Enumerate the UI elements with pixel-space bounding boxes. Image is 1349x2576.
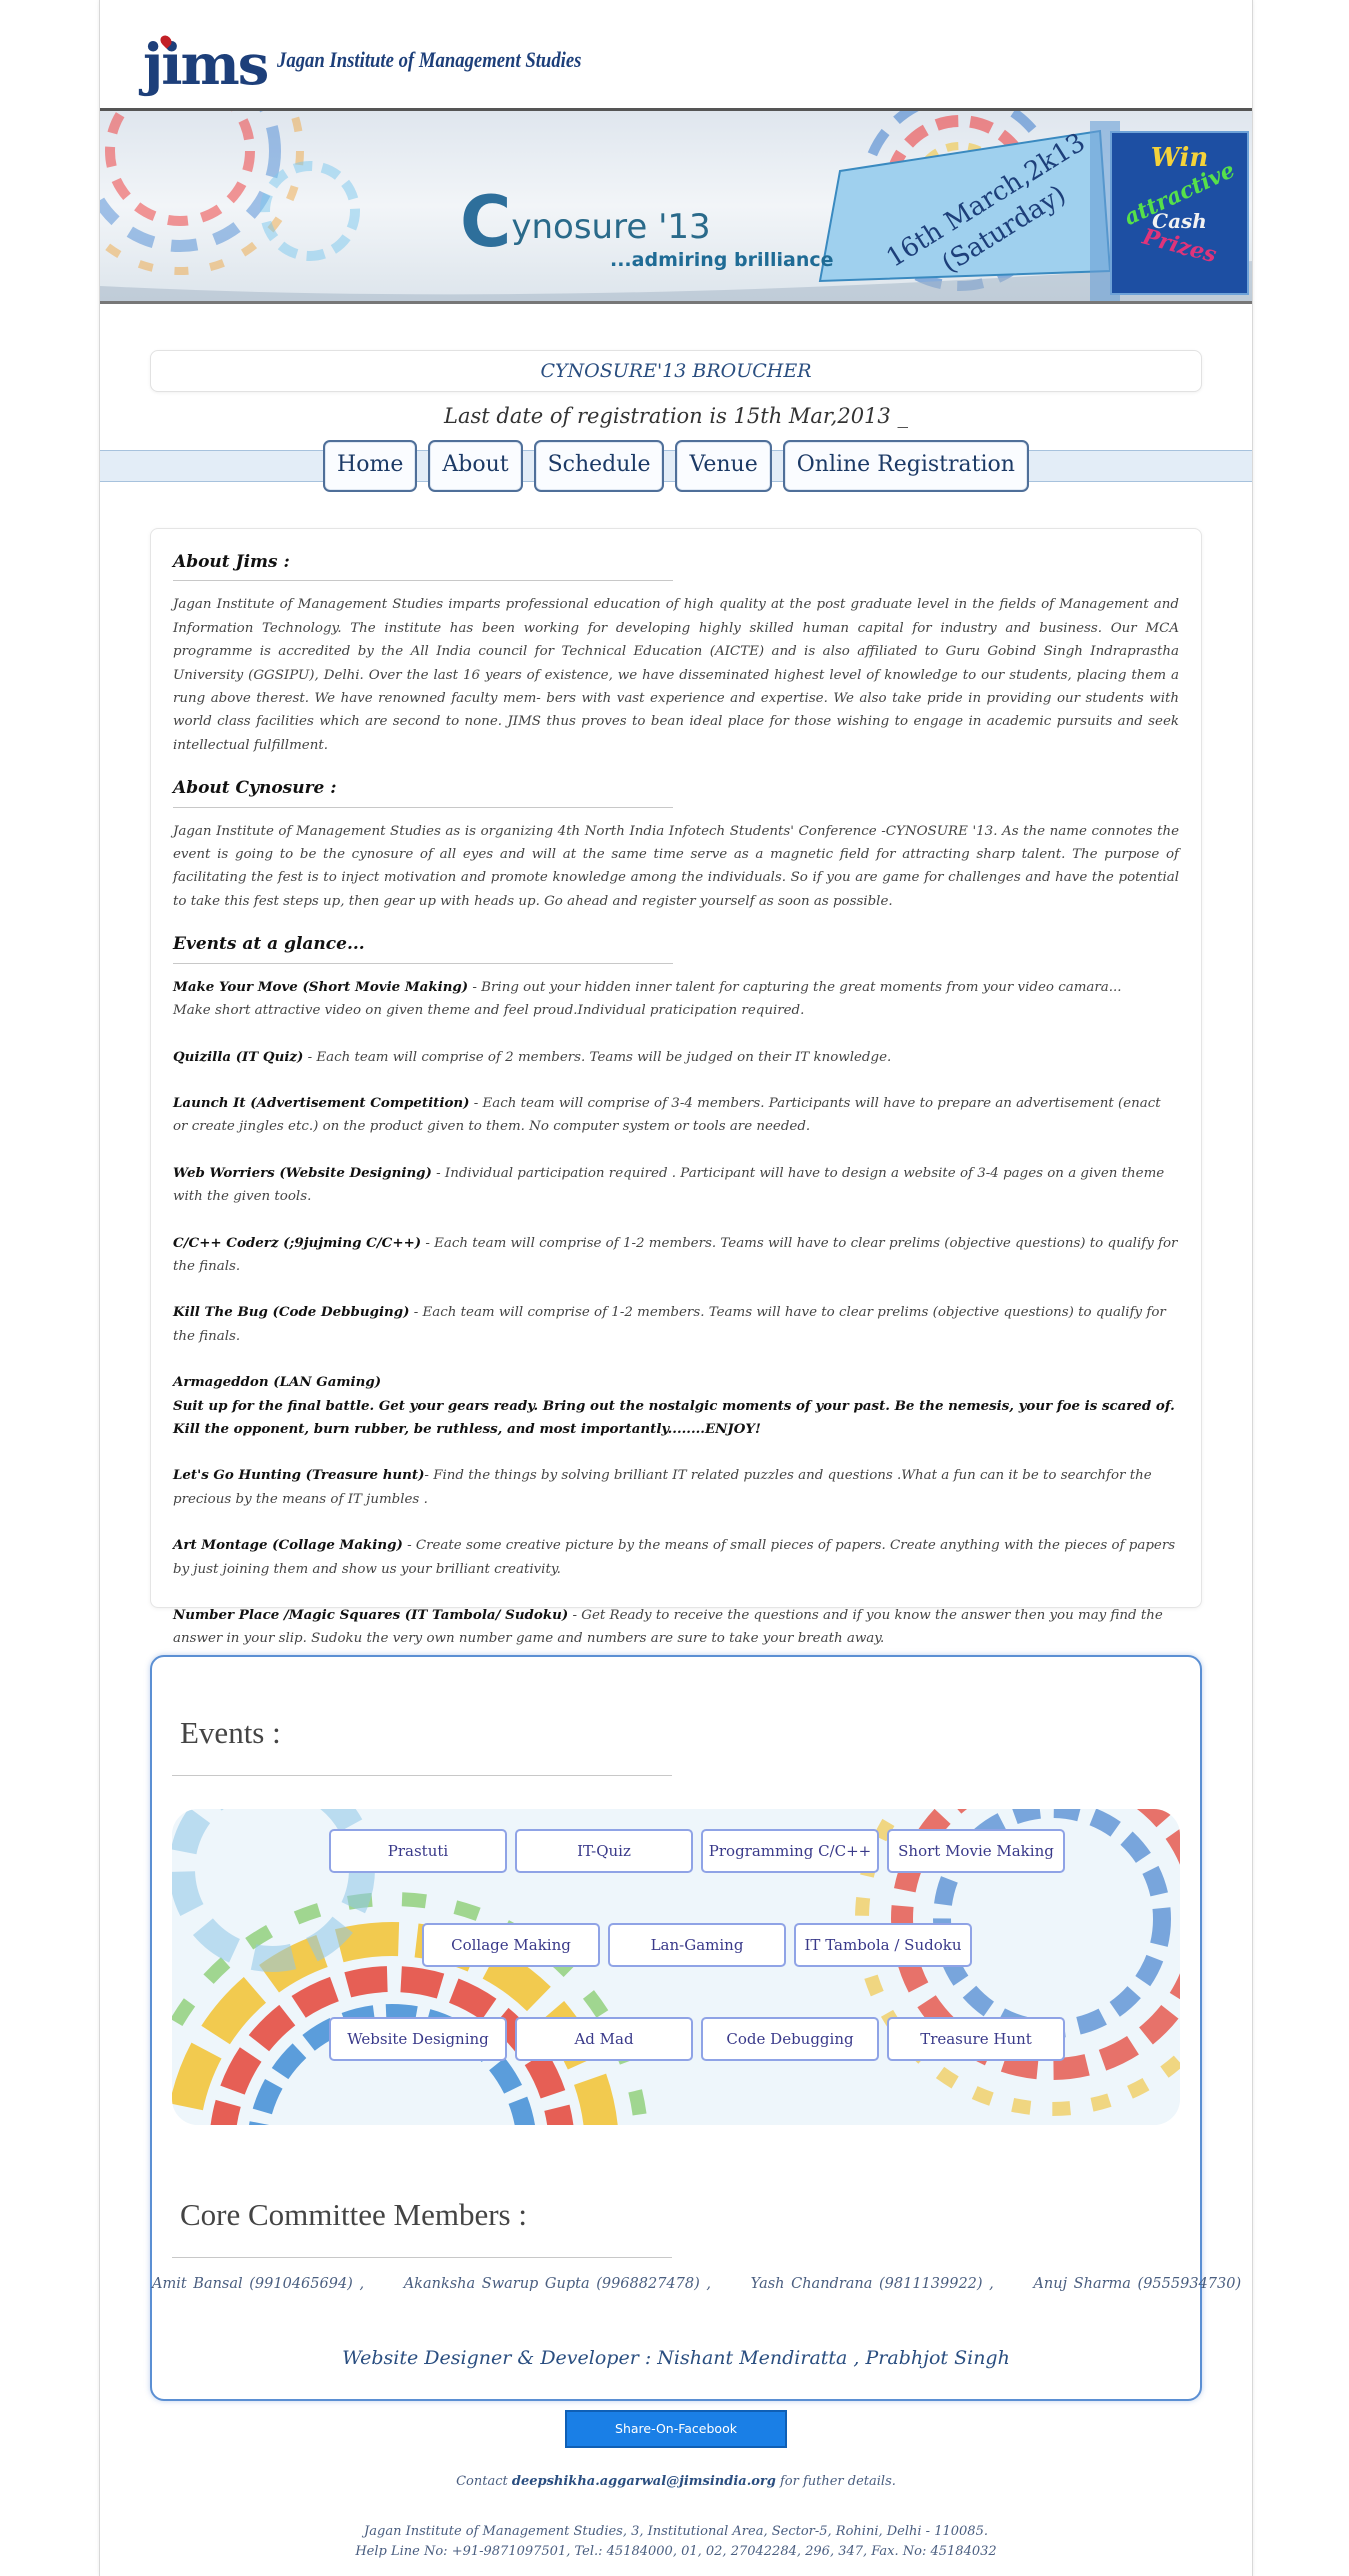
- registration-deadline: Last date of registration is 15th Mar,20…: [444, 404, 908, 428]
- event-item: C/C++ Coderz (;9jujming C/C++) - Each te…: [173, 1234, 1178, 1274]
- nav-online-registration[interactable]: Online Registration: [782, 440, 1029, 492]
- event-button-it-quiz[interactable]: IT-Quiz: [515, 1829, 693, 1873]
- nav-home[interactable]: Home: [323, 440, 418, 492]
- designer-credit: Website Designer & Developer : Nishant M…: [342, 2347, 1010, 2369]
- event-item: Web Worriers (Website Designing) - Indiv…: [173, 1164, 1165, 1205]
- event-button-code-debugging[interactable]: Code Debugging: [701, 2017, 879, 2061]
- event-button-programming[interactable]: Programming C/C++: [701, 1829, 879, 1873]
- divider: [172, 1775, 672, 1776]
- event-button-collage[interactable]: Collage Making: [422, 1923, 600, 1967]
- event-item: Make Your Move (Short Movie Making) - Br…: [173, 978, 1122, 1019]
- contact-line: Contact deepshikha.aggarwal@jimsindia.or…: [456, 2474, 896, 2489]
- about-jims-text: Jagan Institute of Management Studies im…: [173, 597, 1179, 753]
- events-heading: Events :: [180, 1715, 281, 1750]
- about-jims-heading: About Jims :: [173, 552, 290, 572]
- events-card: Events : Prastuti IT-Quiz Programming C/…: [150, 1655, 1242, 2401]
- banner-subtitle: ...admiring brilliance: [610, 249, 834, 271]
- logo-mark: jims: [143, 32, 269, 98]
- main-nav: Home About Schedule Venue Online Registr…: [100, 440, 1252, 492]
- events-glance-heading: Events at a glance...: [173, 934, 365, 955]
- broucher-link[interactable]: CYNOSURE'13 BROUCHER: [150, 350, 1202, 392]
- event-button-short-movie[interactable]: Short Movie Making: [887, 1829, 1065, 1873]
- divider: [173, 580, 673, 582]
- event-item: Number Place /Magic Squares (IT Tambola/…: [173, 1607, 1163, 1647]
- nav-about[interactable]: About: [428, 440, 523, 492]
- logo-text: Jagan Institute of Management Studies: [277, 47, 582, 72]
- contact-email-link[interactable]: deepshikha.aggarwal@jimsindia.org: [512, 2474, 776, 2489]
- divider: [173, 962, 673, 964]
- divider: [173, 806, 673, 808]
- footer-helpline: Help Line No: +91-9871097501, Tel.: 4518…: [355, 2544, 997, 2559]
- event-item: Armageddon (LAN Gaming) Suit up for the f…: [173, 1374, 1175, 1437]
- event-item: Launch It (Advertisement Competition) - …: [173, 1094, 1161, 1135]
- jims-logo[interactable]: jims Jagan Institute of Management Studi…: [143, 20, 636, 95]
- event-item: Art Montage (Collage Making) - Create so…: [173, 1537, 1176, 1577]
- events-image: Prastuti IT-Quiz Programming C/C++ Short…: [172, 1809, 1180, 2125]
- share-facebook-button[interactable]: Share-On-Facebook: [565, 2410, 787, 2448]
- about-card: About Jims : Jagan Institute of Manageme…: [150, 528, 1202, 1646]
- cynosure-banner: Cynosure '13 ...admiring brilliance 16th…: [100, 108, 1252, 304]
- event-item: Quizilla (IT Quiz) - Each team will comp…: [173, 1048, 892, 1065]
- event-button-treasure-hunt[interactable]: Treasure Hunt: [887, 2017, 1065, 2061]
- footer: Jagan Institute of Management Studies, 3…: [100, 2522, 1252, 2562]
- event-button-tambola[interactable]: IT Tambola / Sudoku: [794, 1923, 972, 1967]
- committee-heading: Core Committee Members :: [180, 2197, 527, 2232]
- about-cynosure-text: Jagan Institute of Management Studies as…: [173, 823, 1179, 909]
- committee-members: Amit Bansal (9910465694) , Akanksha Swar…: [152, 2276, 1242, 2292]
- nav-schedule[interactable]: Schedule: [533, 440, 665, 492]
- nav-venue[interactable]: Venue: [675, 440, 772, 492]
- event-button-lan-gaming[interactable]: Lan-Gaming: [608, 1923, 786, 1967]
- event-button-website-designing[interactable]: Website Designing: [329, 2017, 507, 2061]
- divider: [172, 2257, 672, 2258]
- event-item: Kill The Bug (Code Debbuging) - Each tea…: [173, 1304, 1166, 1344]
- event-button-ad-mad[interactable]: Ad Mad: [515, 2017, 693, 2061]
- about-cynosure-heading: About Cynosure :: [173, 778, 337, 799]
- page: jims Jagan Institute of Management Studi…: [99, 0, 1253, 2576]
- event-button-prastuti[interactable]: Prastuti: [329, 1829, 507, 1873]
- footer-address: Jagan Institute of Management Studies, 3…: [364, 2524, 988, 2539]
- prize-badge: Win attractive Cash Prizes: [1110, 131, 1249, 295]
- event-item: Let's Go Hunting (Treasure hunt)- Find t…: [173, 1467, 1152, 1507]
